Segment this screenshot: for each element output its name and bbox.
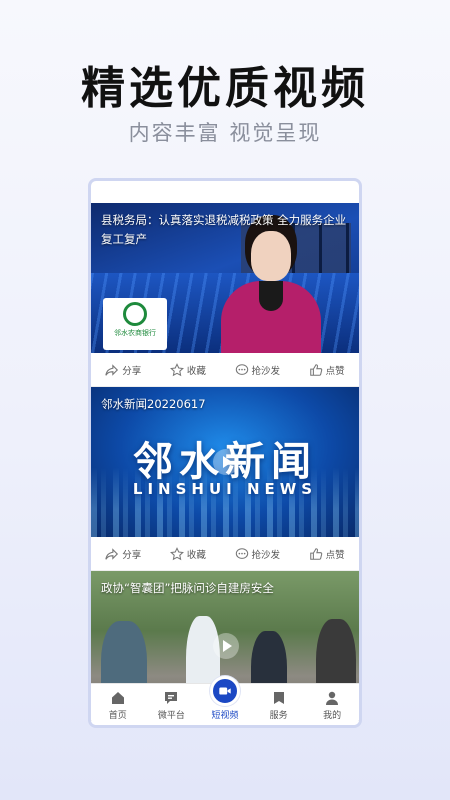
video-feed[interactable]: 邻水农商银行 县税务局：认真落实退税减税政策 全力服务企业复工复产 分享 收藏 … [91, 203, 359, 721]
video-title[interactable]: 邻水新闻20220617 [101, 395, 351, 414]
favorite-button[interactable]: 收藏 [169, 546, 206, 561]
promo-subline: 内容丰富 视觉呈现 [128, 121, 322, 145]
user-icon [326, 691, 339, 705]
chat-icon [165, 692, 178, 704]
comment-label: 抢沙发 [251, 549, 281, 561]
video-thumbnail[interactable]: 邻水农商银行 县税务局：认真落实退税减税政策 全力服务企业复工复产 [91, 203, 359, 353]
comment-button[interactable]: 抢沙发 [235, 547, 281, 561]
video-card[interactable]: 邻水农商银行 县税务局：认真落实退税减税政策 全力服务企业复工复产 分享 收藏 … [91, 203, 359, 387]
tab-services[interactable]: 服务 [254, 690, 304, 721]
home-icon [111, 692, 124, 704]
star-icon [169, 546, 184, 560]
bank-logo-text: 邻水农商银行 [114, 329, 156, 337]
comment-label: 抢沙发 [251, 365, 281, 377]
bottom-tab-bar: 首页 微平台 短视频 服务 我的 [91, 676, 359, 725]
active-tab-bubble [209, 676, 240, 706]
thumbs-up-icon [309, 363, 322, 376]
share-button[interactable]: 分享 [105, 547, 141, 561]
share-label: 分享 [122, 549, 142, 561]
share-icon [105, 363, 119, 376]
tab-label: 我的 [323, 711, 342, 721]
like-label: 点赞 [325, 549, 345, 561]
like-label: 点赞 [325, 365, 345, 377]
comment-icon [235, 363, 248, 375]
video-actions: 分享 收藏 抢沙发 点赞 [91, 537, 359, 571]
tab-label: 微平台 [157, 711, 185, 721]
like-button[interactable]: 点赞 [309, 363, 345, 377]
star-icon [169, 362, 184, 376]
thumbs-up-icon [309, 547, 322, 560]
play-icon[interactable] [213, 449, 239, 475]
share-label: 分享 [122, 365, 142, 377]
video-card[interactable]: 邻水新闻 LINSHUI NEWS 邻水新闻20220617 分享 收藏 抢沙发 [91, 387, 359, 571]
play-icon[interactable] [213, 633, 239, 659]
bank-logo-icon [123, 302, 147, 326]
video-icon [219, 687, 231, 695]
share-button[interactable]: 分享 [105, 363, 141, 377]
tab-label: 服务 [269, 711, 288, 721]
tab-short-video[interactable]: 短视频 [200, 676, 250, 721]
favorite-button[interactable]: 收藏 [169, 362, 206, 377]
comment-button[interactable]: 抢沙发 [235, 363, 281, 377]
promo-headline: 精选优质视频 [81, 63, 369, 114]
program-title-en: LINSHUI NEWS [132, 480, 318, 498]
tab-profile[interactable]: 我的 [307, 690, 357, 721]
share-icon [105, 547, 119, 560]
bank-logo: 邻水农商银行 [103, 298, 167, 350]
bookmark-icon [273, 692, 284, 704]
tab-label: 短视频 [211, 711, 239, 721]
video-title[interactable]: 县税务局：认真落实退税减税政策 全力服务企业复工复产 [101, 211, 351, 249]
tab-label: 首页 [108, 711, 127, 721]
video-title[interactable]: 政协“智囊团”把脉问诊自建房安全 [101, 579, 351, 598]
like-button[interactable]: 点赞 [309, 547, 345, 561]
favorite-label: 收藏 [186, 365, 206, 377]
tab-home[interactable]: 首页 [93, 690, 143, 721]
phone-frame: 邻水农商银行 县税务局：认真落实退税减税政策 全力服务企业复工复产 分享 收藏 … [88, 178, 362, 728]
comment-icon [235, 547, 248, 559]
video-actions: 分享 收藏 抢沙发 点赞 [91, 353, 359, 387]
tab-micro-platform[interactable]: 微平台 [146, 690, 196, 721]
video-thumbnail[interactable]: 邻水新闻 LINSHUI NEWS 邻水新闻20220617 [91, 387, 359, 537]
anchor-collar [259, 281, 283, 311]
favorite-label: 收藏 [186, 549, 206, 561]
